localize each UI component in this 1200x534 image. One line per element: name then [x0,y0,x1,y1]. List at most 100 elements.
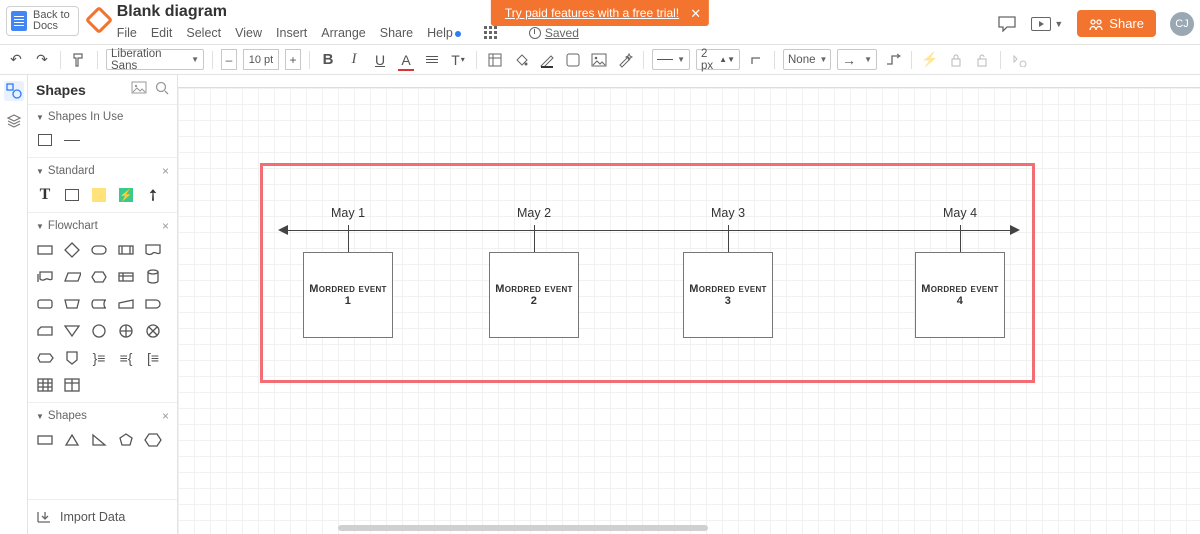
menu-help[interactable]: Help [427,26,461,40]
user-avatar[interactable]: CJ [1170,12,1194,36]
flow-delay[interactable] [144,295,162,313]
flow-offpage[interactable] [63,349,81,367]
timeline-event-4[interactable]: Mordred event 4 [915,252,1005,338]
font-size-increase-button[interactable]: + [285,49,301,70]
font-size-decrease-button[interactable]: – [221,49,237,70]
flow-sum[interactable] [117,322,135,340]
apps-grid-icon[interactable] [481,23,501,43]
flow-connector1[interactable] [36,295,54,313]
rail-layers-button[interactable] [4,111,24,131]
shape-line[interactable] [63,131,81,149]
text-color-button[interactable]: A [396,50,416,70]
shape-arrow[interactable]: ➚ [140,182,165,207]
text-options-button[interactable]: T▾ [448,50,468,70]
gshape-triangle[interactable] [63,431,81,449]
gshape-hexagon[interactable] [144,431,162,449]
back-to-docs-button[interactable]: Back to Docs [6,6,79,36]
line-route-button[interactable] [883,50,903,70]
advanced-button[interactable] [1009,50,1029,70]
flow-circle[interactable] [90,322,108,340]
timeline-event-3[interactable]: Mordred event 3 [683,252,773,338]
flow-stored[interactable] [90,295,108,313]
shape-box[interactable] [63,186,81,204]
flow-brace-r[interactable]: }≡ [90,349,108,367]
menu-edit[interactable]: Edit [151,26,173,40]
horizontal-scrollbar[interactable] [338,525,708,531]
image-button[interactable] [589,50,609,70]
fill-bucket-button[interactable] [511,50,531,70]
saved-status[interactable]: Saved [529,26,579,40]
timeline-event-2[interactable]: Mordred event 2 [489,252,579,338]
present-button[interactable] [1031,17,1051,31]
timeline-line[interactable] [288,230,1010,231]
flow-hexagon[interactable] [90,268,108,286]
flow-display[interactable] [36,349,54,367]
flow-merge[interactable] [63,322,81,340]
flow-internal[interactable] [117,268,135,286]
rail-shapes-button[interactable] [4,81,24,101]
panel-search-icon[interactable] [155,81,169,98]
timeline-event-1[interactable]: Mordred event 1 [303,252,393,338]
flow-brace-l[interactable]: ≡{ [117,349,135,367]
line-style-select[interactable]: ▼ [652,49,690,70]
flash-icon[interactable]: ⚡ [920,50,940,70]
underline-button[interactable]: U [370,50,390,70]
section-shapes-generic[interactable]: ▼Shapes× [28,403,177,427]
format-painter-button[interactable] [69,50,89,70]
align-button[interactable] [422,50,442,70]
flow-data[interactable] [63,268,81,286]
flow-database[interactable] [144,268,162,286]
flow-multidoc[interactable] [36,268,54,286]
import-data-button[interactable]: Import Data [28,499,177,534]
trial-close-button[interactable]: ✕ [690,6,701,22]
section-standard[interactable]: ▼Standard× [28,158,177,182]
canvas[interactable]: May 1 Mordred event 1 May 2 Mordred even… [178,87,1200,534]
shape-note[interactable] [90,186,108,204]
flow-connector2[interactable] [63,295,81,313]
section-shapes-in-use[interactable]: ▼Shapes In Use [28,105,177,127]
panel-image-icon[interactable] [131,81,147,98]
italic-button[interactable]: I [344,50,364,70]
shape-bolt[interactable]: ⚡ [117,186,135,204]
section-shapes-close-icon[interactable]: × [162,409,169,423]
menu-arrange[interactable]: Arrange [321,26,365,40]
flow-or[interactable] [144,322,162,340]
shape-rectangle[interactable] [36,131,54,149]
gshape-pentagon[interactable] [117,431,135,449]
line-corner-button[interactable] [746,50,766,70]
magic-button[interactable] [615,50,635,70]
comments-icon[interactable] [997,16,1017,32]
bold-button[interactable]: B [318,50,338,70]
flow-manual-input[interactable] [117,295,135,313]
menu-share[interactable]: Share [380,26,413,40]
share-button[interactable]: Share [1077,10,1156,37]
trial-link[interactable]: Try paid features with a free trial! [505,6,679,20]
menu-file[interactable]: File [117,26,137,40]
arrow-start-select[interactable]: None▼ [783,49,831,70]
flow-process[interactable] [36,241,54,259]
flow-predefined[interactable] [117,241,135,259]
flow-bracket[interactable]: [≡ [144,349,162,367]
menu-select[interactable]: Select [186,26,221,40]
font-size-field[interactable]: 10 pt [243,49,279,70]
menu-view[interactable]: View [235,26,262,40]
flow-terminator[interactable] [90,241,108,259]
redo-button[interactable]: ↷ [32,50,52,70]
arrow-end-select[interactable]: →▼ [837,49,877,70]
section-flowchart-close-icon[interactable]: × [162,219,169,233]
undo-button[interactable]: ↶ [6,50,26,70]
flow-decision[interactable] [63,241,81,259]
fill-color-button[interactable] [485,50,505,70]
flow-document[interactable] [144,241,162,259]
section-flowchart[interactable]: ▼Flowchart× [28,213,177,237]
lock-button[interactable] [946,50,966,70]
shape-options-button[interactable] [563,50,583,70]
font-family-select[interactable]: Liberation Sans▼ [106,49,204,70]
line-color-button[interactable] [537,50,557,70]
present-dropdown-caret-icon[interactable]: ▼ [1054,19,1063,29]
unlock-button[interactable] [972,50,992,70]
flow-table2[interactable] [63,376,81,394]
gshape-rect[interactable] [36,431,54,449]
section-standard-close-icon[interactable]: × [162,164,169,178]
gshape-rtriangle[interactable] [90,431,108,449]
